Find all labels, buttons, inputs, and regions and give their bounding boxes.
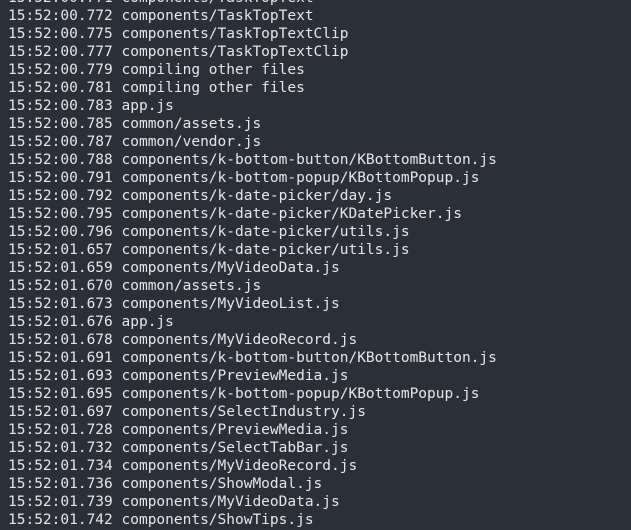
- log-message: components/TaskTopTextClip: [121, 44, 349, 60]
- log-timestamp: 15:52:00.779: [8, 62, 113, 78]
- log-timestamp: 15:52:01.695: [8, 386, 113, 402]
- log-message: components/MyVideoData.js: [121, 260, 340, 276]
- log-timestamp: 15:52:01.678: [8, 332, 113, 348]
- log-timestamp: 15:52:01.697: [8, 404, 113, 420]
- log-timestamp: 15:52:01.693: [8, 368, 113, 384]
- log-timestamp: 15:52:00.796: [8, 224, 113, 240]
- log-line: 15:52:00.781 compiling other files: [0, 79, 631, 97]
- log-timestamp: 15:52:00.783: [8, 98, 113, 114]
- log-message: components/MyVideoList.js: [121, 296, 340, 312]
- log-message: components/k-bottom-popup/KBottomPopup.j…: [121, 386, 480, 402]
- log-message: app.js: [121, 98, 174, 114]
- log-message: components/k-bottom-button/KBottomButton…: [121, 350, 497, 366]
- log-message: components/TaskTopText: [121, 8, 314, 24]
- log-message: components/MyVideoData.js: [121, 494, 340, 510]
- log-timestamp: 15:52:00.795: [8, 206, 113, 222]
- log-line-list: 15:52:00.771 components/TaskTopText15:52…: [0, 0, 631, 529]
- log-line: 15:52:00.771 components/TaskTopText: [0, 0, 631, 7]
- log-timestamp: 15:52:01.742: [8, 512, 113, 528]
- log-line: 15:52:01.739 components/MyVideoData.js: [0, 493, 631, 511]
- log-timestamp: 15:52:00.775: [8, 26, 113, 42]
- log-message: common/vendor.js: [121, 134, 262, 150]
- log-line: 15:52:01.659 components/MyVideoData.js: [0, 259, 631, 277]
- log-timestamp: 15:52:00.781: [8, 80, 113, 96]
- log-line: 15:52:01.742 components/ShowTips.js: [0, 511, 631, 529]
- log-line: 15:52:00.779 compiling other files: [0, 61, 631, 79]
- log-line: 15:52:01.673 components/MyVideoList.js: [0, 295, 631, 313]
- log-line: 15:52:00.783 app.js: [0, 97, 631, 115]
- log-line: 15:52:01.695 components/k-bottom-popup/K…: [0, 385, 631, 403]
- log-message: components/PreviewMedia.js: [121, 422, 349, 438]
- log-line: 15:52:01.676 app.js: [0, 313, 631, 331]
- log-message: components/k-date-picker/utils.js: [121, 224, 410, 240]
- log-message: components/PreviewMedia.js: [121, 368, 349, 384]
- log-message: common/assets.js: [121, 278, 262, 294]
- log-message: compiling other files: [121, 62, 305, 78]
- log-message: components/ShowTips.js: [121, 512, 314, 528]
- log-message: compiling other files: [121, 80, 305, 96]
- log-line: 15:52:01.678 components/MyVideoRecord.js: [0, 331, 631, 349]
- log-line: 15:52:00.787 common/vendor.js: [0, 133, 631, 151]
- log-timestamp: 15:52:01.736: [8, 476, 113, 492]
- log-message: components/ShowModal.js: [121, 476, 323, 492]
- log-timestamp: 15:52:01.673: [8, 296, 113, 312]
- log-line: 15:52:01.697 components/SelectIndustry.j…: [0, 403, 631, 421]
- log-line: 15:52:01.670 common/assets.js: [0, 277, 631, 295]
- log-timestamp: 15:52:00.772: [8, 8, 113, 24]
- log-line: 15:52:00.795 components/k-date-picker/KD…: [0, 205, 631, 223]
- log-timestamp: 15:52:00.792: [8, 188, 113, 204]
- log-line: 15:52:01.736 components/ShowModal.js: [0, 475, 631, 493]
- log-line: 15:52:00.788 components/k-bottom-button/…: [0, 151, 631, 169]
- log-line: 15:52:00.791 components/k-bottom-popup/K…: [0, 169, 631, 187]
- log-line: 15:52:01.657 components/k-date-picker/ut…: [0, 241, 631, 259]
- log-line: 15:52:00.777 components/TaskTopTextClip: [0, 43, 631, 61]
- log-timestamp: 15:52:01.657: [8, 242, 113, 258]
- log-line: 15:52:00.796 components/k-date-picker/ut…: [0, 223, 631, 241]
- log-timestamp: 15:52:00.771: [8, 0, 113, 6]
- log-message: components/TaskTopTextClip: [121, 26, 349, 42]
- log-timestamp: 15:52:01.691: [8, 350, 113, 366]
- log-message: components/SelectTabBar.js: [121, 440, 349, 456]
- log-line: 15:52:01.728 components/PreviewMedia.js: [0, 421, 631, 439]
- log-timestamp: 15:52:01.676: [8, 314, 113, 330]
- log-message: components/k-bottom-popup/KBottomPopup.j…: [121, 170, 480, 186]
- log-line: 15:52:01.734 components/MyVideoRecord.js: [0, 457, 631, 475]
- log-timestamp: 15:52:01.739: [8, 494, 113, 510]
- log-timestamp: 15:52:01.732: [8, 440, 113, 456]
- log-timestamp: 15:52:00.791: [8, 170, 113, 186]
- log-message: components/k-date-picker/KDatePicker.js: [121, 206, 462, 222]
- log-timestamp: 15:52:00.787: [8, 134, 113, 150]
- log-message: components/k-bottom-button/KBottomButton…: [121, 152, 497, 168]
- log-line: 15:52:00.785 common/assets.js: [0, 115, 631, 133]
- log-message: common/assets.js: [121, 116, 262, 132]
- log-timestamp: 15:52:00.785: [8, 116, 113, 132]
- log-timestamp: 15:52:00.788: [8, 152, 113, 168]
- log-message: app.js: [121, 314, 174, 330]
- log-timestamp: 15:52:01.734: [8, 458, 113, 474]
- log-line: 15:52:00.772 components/TaskTopText: [0, 7, 631, 25]
- log-line: 15:52:00.792 components/k-date-picker/da…: [0, 187, 631, 205]
- log-timestamp: 15:52:01.659: [8, 260, 113, 276]
- log-message: components/SelectIndustry.js: [121, 404, 366, 420]
- log-line: 15:52:01.693 components/PreviewMedia.js: [0, 367, 631, 385]
- log-timestamp: 15:52:00.777: [8, 44, 113, 60]
- log-message: components/MyVideoRecord.js: [121, 458, 358, 474]
- log-line: 15:52:01.691 components/k-bottom-button/…: [0, 349, 631, 367]
- log-message: components/k-date-picker/utils.js: [121, 242, 410, 258]
- log-message: components/MyVideoRecord.js: [121, 332, 358, 348]
- console-log-panel[interactable]: 15:52:00.771 components/TaskTopText15:52…: [0, 0, 631, 530]
- log-line: 15:52:00.775 components/TaskTopTextClip: [0, 25, 631, 43]
- log-message: components/TaskTopText: [122, 0, 314, 6]
- log-timestamp: 15:52:01.728: [8, 422, 113, 438]
- log-line: 15:52:01.732 components/SelectTabBar.js: [0, 439, 631, 457]
- log-timestamp: 15:52:01.670: [8, 278, 113, 294]
- log-message: components/k-date-picker/day.js: [121, 188, 393, 204]
